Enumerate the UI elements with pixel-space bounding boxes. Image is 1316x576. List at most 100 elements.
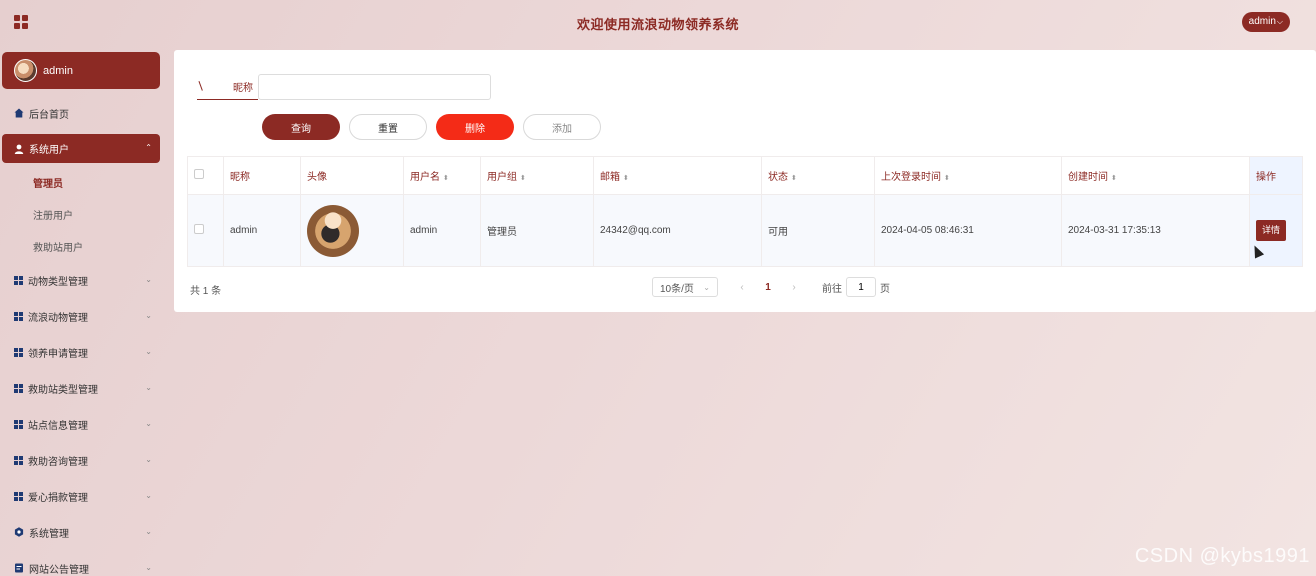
cell-nickname: admin [223, 194, 301, 267]
avatar [14, 59, 37, 82]
cell-email: 24342@qq.com [593, 194, 762, 267]
settings-icon [14, 527, 24, 537]
grid-icon [14, 275, 23, 285]
pen-icon [198, 79, 208, 91]
sidebar-item-animal-types[interactable]: 动物类型管理 ⌄ [2, 262, 160, 298]
cell-created: 2024-03-31 17:35:13 [1061, 194, 1250, 267]
page-number[interactable]: 1 [758, 282, 778, 293]
column-header-group[interactable]: 用户组 ⬍ [480, 156, 594, 195]
user-avatar [307, 204, 359, 257]
column-header-created[interactable]: 创建时间 ⬍ [1061, 156, 1250, 195]
nickname-search-input[interactable] [258, 74, 491, 100]
sidebar-menu: 后台首页 系统用户 ⌃ 管理员 注册用户 救助站用户 动物类型管理 ⌄ 流浪动物… [2, 95, 160, 576]
chevron-down-icon: ⌄ [145, 383, 152, 392]
column-header-status[interactable]: 状态 ⬍ [761, 156, 875, 195]
goto-prefix: 前往 [822, 283, 842, 295]
sidebar-subitem-rescue-station-users[interactable]: 救助站用户 [2, 230, 160, 262]
sidebar-item-station-info[interactable]: 站点信息管理 ⌄ [2, 406, 160, 442]
user-dropdown[interactable]: admin⌵ [1241, 12, 1290, 32]
total-count: 共 1 条 [190, 286, 222, 297]
chevron-down-icon: ⌄ [145, 527, 152, 536]
row-select-cell [187, 194, 224, 267]
home-icon [14, 108, 24, 118]
sidebar: admin 后台首页 系统用户 ⌃ 管理员 注册用户 救助站用户 动物类型管理 … [2, 52, 160, 576]
sidebar-item-label: 系统管理 [29, 528, 69, 540]
grid-icon [14, 383, 23, 393]
sort-icon[interactable]: ⬍ [443, 175, 449, 182]
chevron-down-icon: ⌄ [703, 282, 710, 292]
column-header-actions: 操作 [1249, 156, 1303, 195]
add-button[interactable]: 添加 [523, 114, 601, 140]
sidebar-item-label: 网站公告管理 [29, 564, 89, 576]
sort-icon[interactable]: ⬍ [520, 175, 526, 182]
cell-username: admin [403, 194, 481, 267]
sidebar-subitem-registered-users[interactable]: 注册用户 [2, 198, 160, 230]
page-size-value: 10条/页 [660, 283, 694, 295]
prev-page-icon[interactable]: ‹ [732, 282, 752, 293]
chevron-down-icon: ⌄ [145, 347, 152, 356]
sort-icon[interactable]: ⬍ [1111, 175, 1117, 182]
chevron-down-icon: ⌄ [145, 455, 152, 464]
table-header-row: 昵称 头像 用户名 ⬍ 用户组 ⬍ 邮箱 ⬍ 状态 ⬍ 上次登录时间 ⬍ 创建时间 ⬍ 操作 [187, 156, 1303, 195]
grid-icon [14, 491, 23, 501]
chevron-up-icon: ⌃ [145, 143, 152, 152]
next-page-icon[interactable]: › [784, 282, 804, 293]
sidebar-item-label: 领养申请管理 [28, 348, 88, 360]
column-header-last-login[interactable]: 上次登录时间 ⬍ [874, 156, 1062, 195]
query-button[interactable]: 查询 [262, 114, 340, 140]
cell-last-login: 2024-04-05 08:46:31 [874, 194, 1062, 267]
select-all-cell [187, 156, 224, 195]
sidebar-item-home[interactable]: 后台首页 [2, 95, 160, 131]
column-header-avatar: 头像 [300, 156, 404, 195]
users-table: 昵称 头像 用户名 ⬍ 用户组 ⬍ 邮箱 ⬍ 状态 ⬍ 上次登录时间 ⬍ 创建时间 ⬍ 操作… [187, 156, 1303, 267]
sidebar-item-label: 站点信息管理 [28, 420, 88, 432]
chevron-down-icon: ⌄ [145, 275, 152, 284]
grid-icon [14, 419, 23, 429]
sidebar-item-system-users[interactable]: 系统用户 ⌃ [2, 134, 160, 163]
sidebar-item-label: 救助站类型管理 [28, 384, 98, 396]
page-size-select[interactable]: 10条/页 ⌄ [652, 277, 718, 297]
column-header-nickname: 昵称 [223, 156, 301, 195]
app-title: 欢迎使用流浪动物领养系统 [576, 17, 739, 32]
document-icon [14, 563, 24, 573]
sidebar-item-label: 后台首页 [29, 109, 69, 121]
action-buttons: 查询 重置 删除 添加 [262, 114, 601, 140]
row-checkbox[interactable] [194, 224, 204, 234]
sidebar-profile[interactable]: admin [2, 52, 160, 89]
column-header-username[interactable]: 用户名 ⬍ [403, 156, 481, 195]
sort-icon[interactable]: ⬍ [791, 175, 797, 182]
profile-name: admin [43, 64, 73, 77]
cell-status: 可用 [761, 194, 875, 267]
top-bar: 欢迎使用流浪动物领养系统 admin⌵ [0, 0, 1316, 46]
sidebar-item-system-management[interactable]: 系统管理 ⌄ [2, 514, 160, 550]
sidebar-item-donations[interactable]: 爱心捐款管理 ⌄ [2, 478, 160, 514]
chevron-down-icon: ⌵ [1276, 17, 1283, 26]
user-icon [14, 144, 24, 154]
sidebar-item-announcements[interactable]: 网站公告管理 ⌄ [2, 550, 160, 576]
sort-icon[interactable]: ⬍ [944, 175, 950, 182]
chevron-down-icon: ⌄ [145, 311, 152, 320]
sidebar-item-station-types[interactable]: 救助站类型管理 ⌄ [2, 370, 160, 406]
main-panel: 昵称 查询 重置 删除 添加 昵称 头像 用户名 ⬍ 用户组 ⬍ 邮箱 ⬍ 状态 ⬍ 上… [174, 50, 1316, 312]
goto-suffix: 页 [880, 283, 890, 295]
sidebar-item-stray-animals[interactable]: 流浪动物管理 ⌄ [2, 298, 160, 334]
sidebar-item-label: 系统用户 [29, 145, 69, 156]
chevron-down-icon: ⌄ [145, 419, 152, 428]
sidebar-item-label: 爱心捐款管理 [28, 492, 88, 504]
sort-icon[interactable]: ⬍ [623, 175, 629, 182]
goto-page-input[interactable] [846, 277, 876, 297]
column-header-email[interactable]: 邮箱 ⬍ [593, 156, 762, 195]
detail-button[interactable]: 详情 [1256, 220, 1286, 241]
search-label: 昵称 [197, 74, 258, 100]
sidebar-item-adoption-applications[interactable]: 领养申请管理 ⌄ [2, 334, 160, 370]
search-label-text: 昵称 [233, 83, 253, 94]
sidebar-subitem-admins[interactable]: 管理员 [2, 166, 160, 198]
select-all-checkbox[interactable] [194, 169, 204, 179]
sidebar-item-rescue-consult[interactable]: 救助咨询管理 ⌄ [2, 442, 160, 478]
sidebar-item-label: 动物类型管理 [28, 276, 88, 288]
search-row: 昵称 [197, 74, 491, 100]
table-row: admin admin 管理员 24342@qq.com 可用 2024-04-… [187, 194, 1303, 267]
delete-button[interactable]: 删除 [436, 114, 514, 140]
reset-button[interactable]: 重置 [349, 114, 427, 140]
sidebar-item-label: 流浪动物管理 [28, 312, 88, 324]
